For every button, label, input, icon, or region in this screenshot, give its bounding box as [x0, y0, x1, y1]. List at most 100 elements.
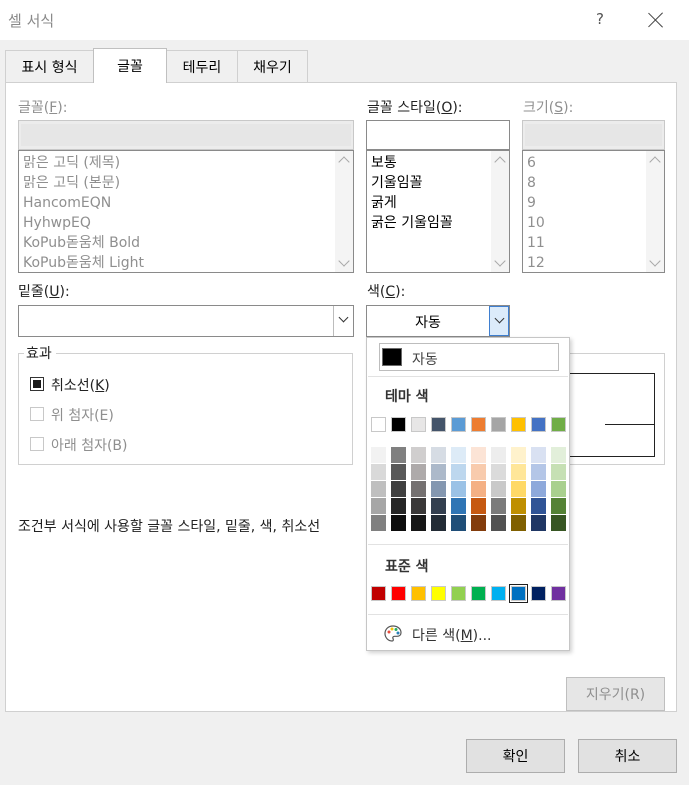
style-list-scrollbar[interactable]: [491, 151, 509, 272]
theme-shade-swatch[interactable]: [411, 498, 426, 514]
list-item[interactable]: 굵게: [371, 193, 397, 213]
list-item[interactable]: 보통: [371, 153, 397, 173]
scroll-up-icon[interactable]: [649, 156, 661, 168]
theme-color-swatch[interactable]: [411, 417, 426, 432]
theme-shade-swatch[interactable]: [531, 464, 546, 480]
list-item[interactable]: KoPub돋움체 Light: [23, 253, 144, 272]
theme-shade-swatch[interactable]: [511, 464, 526, 480]
list-item[interactable]: 8: [527, 173, 536, 193]
theme-shade-swatch[interactable]: [431, 498, 446, 514]
scroll-down-icon[interactable]: [494, 255, 506, 267]
theme-shade-swatch[interactable]: [391, 464, 406, 480]
theme-shade-swatch[interactable]: [411, 464, 426, 480]
underline-select[interactable]: [18, 305, 354, 337]
underline-dropdown-button[interactable]: [333, 306, 353, 336]
list-item[interactable]: 6: [527, 153, 536, 173]
list-item[interactable]: KoPub돋움체 Bold: [23, 233, 140, 253]
theme-shade-swatch[interactable]: [411, 515, 426, 531]
font-list[interactable]: 맑은 고딕 (제목) 맑은 고딕 (본문) HancomEQN HyhwpEQ …: [18, 150, 354, 273]
theme-shade-swatch[interactable]: [531, 481, 546, 497]
standard-color-swatch[interactable]: [431, 586, 446, 601]
theme-shade-swatch[interactable]: [511, 515, 526, 531]
theme-shade-swatch[interactable]: [451, 464, 466, 480]
theme-shade-swatch[interactable]: [471, 498, 486, 514]
theme-shade-swatch[interactable]: [551, 481, 566, 497]
list-item[interactable]: 10: [527, 213, 545, 233]
standard-color-swatch[interactable]: [551, 586, 566, 601]
theme-shade-swatch[interactable]: [551, 498, 566, 514]
theme-shade-swatch[interactable]: [491, 481, 506, 497]
list-item[interactable]: HyhwpEQ: [23, 213, 91, 233]
theme-shade-swatch[interactable]: [471, 481, 486, 497]
theme-shade-swatch[interactable]: [471, 464, 486, 480]
scroll-up-icon[interactable]: [494, 156, 506, 168]
theme-color-swatch[interactable]: [531, 417, 546, 432]
help-button[interactable]: ?: [592, 10, 608, 28]
size-list[interactable]: 6 8 9 10 11 12: [522, 150, 665, 273]
theme-color-swatch[interactable]: [491, 417, 506, 432]
font-list-scrollbar[interactable]: [335, 151, 353, 272]
list-item[interactable]: 맑은 고딕 (본문): [23, 173, 120, 193]
theme-shade-swatch[interactable]: [411, 481, 426, 497]
theme-shade-swatch[interactable]: [451, 447, 466, 463]
standard-color-swatch[interactable]: [371, 586, 386, 601]
font-style-list[interactable]: 보통 기울임꼴 굵게 굵은 기울임꼴: [366, 150, 510, 273]
theme-shade-swatch[interactable]: [431, 515, 446, 531]
theme-shade-swatch[interactable]: [371, 498, 386, 514]
size-list-scrollbar[interactable]: [646, 151, 664, 272]
theme-shade-swatch[interactable]: [471, 447, 486, 463]
automatic-color-option[interactable]: 자동: [379, 343, 559, 371]
scroll-down-icon[interactable]: [338, 255, 350, 267]
theme-shade-swatch[interactable]: [371, 447, 386, 463]
theme-shade-swatch[interactable]: [531, 447, 546, 463]
font-style-input[interactable]: [366, 120, 510, 150]
scroll-up-icon[interactable]: [338, 156, 350, 168]
close-icon[interactable]: [646, 10, 666, 30]
standard-color-swatch[interactable]: [411, 586, 426, 601]
theme-shade-swatch[interactable]: [491, 498, 506, 514]
theme-shade-swatch[interactable]: [531, 515, 546, 531]
theme-shade-swatch[interactable]: [371, 481, 386, 497]
theme-shade-swatch[interactable]: [511, 481, 526, 497]
theme-shade-swatch[interactable]: [431, 481, 446, 497]
list-item[interactable]: HancomEQN: [23, 193, 111, 213]
theme-color-swatch[interactable]: [371, 417, 386, 432]
theme-shade-swatch[interactable]: [431, 447, 446, 463]
ok-button[interactable]: 확인: [466, 739, 565, 773]
standard-color-swatch[interactable]: [509, 584, 528, 603]
theme-shade-swatch[interactable]: [551, 447, 566, 463]
palette-icon[interactable]: [383, 624, 403, 644]
cancel-button[interactable]: 취소: [578, 739, 677, 773]
standard-color-swatch[interactable]: [391, 586, 406, 601]
color-dropdown-button[interactable]: [489, 306, 509, 336]
standard-color-swatch[interactable]: [471, 586, 486, 601]
theme-color-swatch[interactable]: [551, 417, 566, 432]
list-item[interactable]: 9: [527, 193, 536, 213]
list-item[interactable]: 굵은 기울임꼴: [371, 213, 453, 233]
theme-shade-swatch[interactable]: [451, 515, 466, 531]
list-item[interactable]: 기울임꼴: [371, 173, 423, 193]
strikethrough-checkbox[interactable]: [30, 377, 44, 391]
theme-color-swatch[interactable]: [471, 417, 486, 432]
list-item[interactable]: 11: [527, 233, 545, 253]
theme-shade-swatch[interactable]: [531, 498, 546, 514]
theme-color-swatch[interactable]: [391, 417, 406, 432]
theme-shade-swatch[interactable]: [391, 447, 406, 463]
theme-shade-swatch[interactable]: [551, 515, 566, 531]
scroll-down-icon[interactable]: [649, 255, 661, 267]
theme-color-swatch[interactable]: [511, 417, 526, 432]
standard-color-swatch[interactable]: [451, 586, 466, 601]
theme-shade-swatch[interactable]: [511, 498, 526, 514]
theme-shade-swatch[interactable]: [471, 515, 486, 531]
tab-font[interactable]: 글꼴: [93, 48, 167, 83]
subscript-checkbox[interactable]: [30, 437, 44, 451]
standard-color-swatch[interactable]: [531, 586, 546, 601]
tab-number-format[interactable]: 표시 형식: [5, 50, 94, 82]
theme-shade-swatch[interactable]: [391, 481, 406, 497]
theme-shade-swatch[interactable]: [371, 515, 386, 531]
theme-shade-swatch[interactable]: [491, 515, 506, 531]
standard-color-swatch[interactable]: [491, 586, 506, 601]
tab-border[interactable]: 테두리: [166, 50, 238, 82]
theme-shade-swatch[interactable]: [451, 481, 466, 497]
theme-shade-swatch[interactable]: [491, 464, 506, 480]
